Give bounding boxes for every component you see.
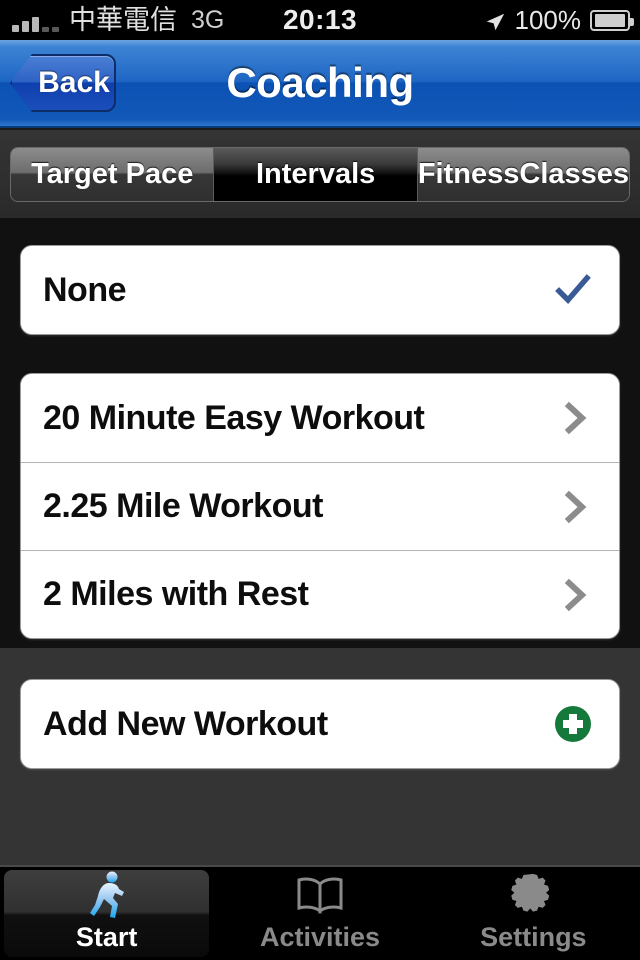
location-arrow-icon [484, 9, 506, 31]
workout-label: 20 Minute Easy Workout [43, 398, 425, 437]
workout-label: 2.25 Mile Workout [43, 487, 323, 525]
workout-list-card: 20 Minute Easy Workout 2.25 Mile Workout… [20, 373, 620, 639]
tab-start[interactable]: Start [0, 867, 213, 960]
tab-settings-label: Settings [480, 922, 587, 952]
app-screen: 中華電信 3G 20:13 100% Back Coaching Target … [0, 0, 640, 960]
battery-full-icon [590, 9, 634, 31]
tab-activities-label: Activities [259, 922, 381, 952]
tab-start-label: Start [75, 922, 138, 952]
add-new-workout-label: Add New Workout [43, 704, 328, 743]
status-bar: 中華電信 3G 20:13 100% [0, 0, 640, 40]
gear-icon [506, 870, 560, 920]
tab-bar: Start Activities Settings [0, 865, 640, 960]
runner-icon [80, 870, 134, 920]
tab-settings[interactable]: Settings [427, 867, 640, 960]
add-circle-icon [551, 702, 595, 746]
tab-activities[interactable]: Activities [213, 867, 426, 960]
checkmark-icon [555, 272, 591, 308]
status-bar-right: 100% [484, 0, 634, 40]
segmented-control[interactable]: Target Pace Intervals FitnessClasses [10, 147, 630, 202]
workout-label: 2 Miles with Rest [43, 575, 309, 613]
chevron-right-icon [561, 575, 591, 615]
book-icon [293, 870, 347, 920]
none-row-label: None [43, 270, 127, 309]
add-workout-card: Add New Workout [20, 679, 620, 769]
chevron-right-icon [561, 487, 591, 527]
add-new-workout-button[interactable]: Add New Workout [21, 680, 619, 768]
table-row[interactable]: 2.25 Mile Workout [21, 462, 619, 550]
tab-intervals[interactable]: Intervals [214, 148, 418, 201]
none-card: None [20, 245, 620, 335]
tab-fitness-classes[interactable]: FitnessClasses [417, 148, 629, 201]
table-row[interactable]: 20 Minute Easy Workout [21, 374, 619, 462]
tab-target-pace[interactable]: Target Pace [11, 148, 215, 201]
chevron-right-icon [561, 398, 591, 438]
segmented-control-bar: Target Pace Intervals FitnessClasses [0, 130, 640, 218]
list-item-none[interactable]: None [21, 246, 619, 334]
battery-percent-label: 100% [514, 4, 582, 35]
table-row[interactable]: 2 Miles with Rest [21, 550, 619, 638]
page-title: Coaching [226, 59, 414, 106]
content-area: None 20 Minute Easy Workout 2.25 Mile Wo… [0, 218, 640, 865]
navigation-bar: Back Coaching [0, 40, 640, 128]
